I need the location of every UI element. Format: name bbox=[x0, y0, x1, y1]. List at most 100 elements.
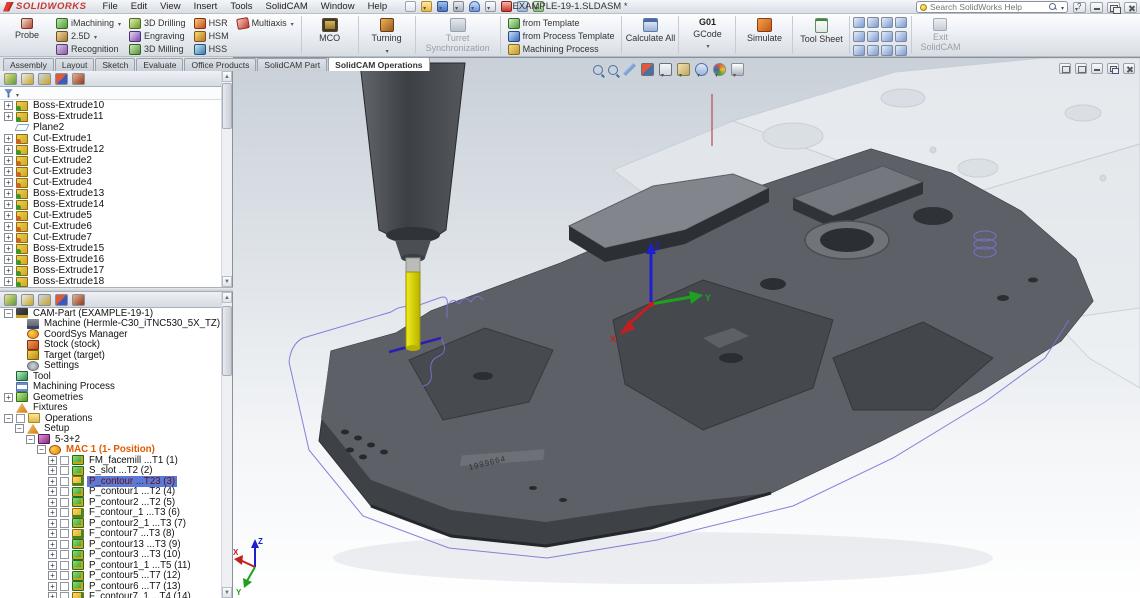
cam-tree-item[interactable]: CoordSys Manager bbox=[0, 329, 221, 340]
display-style-icon[interactable] bbox=[677, 63, 690, 76]
feature-tree-item[interactable]: +Cut-Extrude3 bbox=[0, 166, 221, 177]
expand-icon[interactable]: + bbox=[4, 266, 13, 275]
imachining-button[interactable]: iMachining bbox=[52, 17, 125, 29]
operation-checkbox[interactable] bbox=[60, 519, 69, 528]
featuremanager-tab-icon[interactable] bbox=[4, 73, 17, 85]
tool-sheet-button[interactable]: Tool Sheet bbox=[796, 15, 846, 55]
collapse-icon[interactable]: − bbox=[37, 445, 46, 454]
cam-tree-item[interactable]: Stock (stock) bbox=[0, 340, 221, 351]
doc-close-button[interactable] bbox=[1123, 63, 1135, 74]
collapse-icon[interactable]: − bbox=[4, 309, 13, 318]
feature-tree-item[interactable]: +Cut-Extrude7 bbox=[0, 232, 221, 243]
appearances-icon[interactable] bbox=[713, 63, 726, 76]
save-icon[interactable] bbox=[437, 1, 448, 12]
expand-icon[interactable]: + bbox=[48, 571, 57, 580]
expand-icon[interactable]: + bbox=[48, 519, 57, 528]
feature-tree-item[interactable]: +Boss-Extrude17 bbox=[0, 265, 221, 276]
scroll-down-icon[interactable]: ▼ bbox=[222, 587, 232, 598]
cam-tree-item[interactable]: +P_contour3 ...T3 (10) bbox=[0, 550, 221, 561]
expand-icon[interactable]: + bbox=[48, 592, 57, 598]
feature-tree-item[interactable]: Plane2 bbox=[0, 122, 221, 133]
operation-checkbox[interactable] bbox=[60, 508, 69, 517]
menu-tools[interactable]: Tools bbox=[230, 1, 252, 12]
cam-tree-item[interactable]: +F_contour_1 ...T3 (6) bbox=[0, 508, 221, 519]
hide-show-items-icon[interactable] bbox=[695, 63, 708, 76]
scroll-up-icon[interactable]: ▲ bbox=[222, 292, 232, 303]
cam-tree-item[interactable]: −5-3+2 bbox=[0, 434, 221, 445]
scene-icon[interactable] bbox=[731, 63, 744, 76]
scroll-thumb[interactable] bbox=[222, 306, 232, 376]
feature-tree-item[interactable]: +Boss-Extrude11 bbox=[0, 111, 221, 122]
expand-icon[interactable]: + bbox=[4, 167, 13, 176]
expand-icon[interactable]: + bbox=[4, 145, 13, 154]
cam-tree-item[interactable]: +FM_facemill ...T1 (1) bbox=[0, 455, 221, 466]
operation-checkbox[interactable] bbox=[60, 540, 69, 549]
operation-checkbox[interactable] bbox=[60, 456, 69, 465]
cam-tree-item[interactable]: Machining Process bbox=[0, 382, 221, 393]
calculate-all-button[interactable]: Calculate All bbox=[625, 15, 675, 55]
operation-checkbox[interactable] bbox=[16, 414, 25, 423]
menu-edit[interactable]: Edit bbox=[131, 1, 147, 12]
expand-icon[interactable]: + bbox=[4, 255, 13, 264]
propertymanager-tab-icon[interactable] bbox=[21, 73, 34, 85]
tab-evaluate[interactable]: Evaluate bbox=[136, 58, 183, 71]
doc-minimize-button[interactable] bbox=[1091, 63, 1103, 74]
mco-button[interactable]: MCO bbox=[305, 15, 355, 55]
cam-views-icon[interactable] bbox=[895, 17, 907, 28]
feature-tree-item[interactable]: +Cut-Extrude1 bbox=[0, 133, 221, 144]
expand-icon[interactable]: + bbox=[48, 487, 57, 496]
tab-layout[interactable]: Layout bbox=[55, 58, 95, 71]
cam-views-icon[interactable] bbox=[853, 31, 865, 42]
cam-tree-item[interactable]: +S_slot ...T2 (2) bbox=[0, 466, 221, 477]
menu-window[interactable]: Window bbox=[321, 1, 355, 12]
expand-icon[interactable]: + bbox=[4, 200, 13, 209]
expand-icon[interactable]: + bbox=[4, 156, 13, 165]
feature-tree-item[interactable]: +Boss-Extrude15 bbox=[0, 243, 221, 254]
feature-tree-item[interactable]: +Boss-Extrude12 bbox=[0, 144, 221, 155]
simulate-button[interactable]: Simulate bbox=[739, 15, 789, 55]
expand-icon[interactable]: + bbox=[48, 477, 57, 486]
expand-icon[interactable]: + bbox=[4, 178, 13, 187]
expand-icon[interactable]: + bbox=[4, 101, 13, 110]
previous-view-icon[interactable] bbox=[623, 63, 636, 76]
cam-tree-item[interactable]: +F_contour7 ...T3 (8) bbox=[0, 529, 221, 540]
featuremanager-tab-icon[interactable] bbox=[4, 294, 17, 306]
menu-insert[interactable]: Insert bbox=[194, 1, 218, 12]
graphics-viewport[interactable]: 1999664 bbox=[233, 57, 1140, 598]
scroll-thumb[interactable] bbox=[222, 83, 232, 129]
cam-views-icon[interactable] bbox=[895, 31, 907, 42]
collapse-icon[interactable]: − bbox=[4, 414, 13, 423]
hsr-button[interactable]: HSR bbox=[190, 17, 233, 29]
dropdown-arrow-icon[interactable] bbox=[290, 18, 294, 28]
cam-tree-item[interactable]: +F_contour7_1 ...T4 (14) bbox=[0, 592, 221, 598]
cam-tree-item[interactable]: Tool bbox=[0, 371, 221, 382]
cam-views-icon[interactable] bbox=[867, 17, 879, 28]
hss-button[interactable]: HSS bbox=[190, 43, 233, 55]
from-process-template-button[interactable]: from Process Template bbox=[504, 30, 619, 42]
from-template-button[interactable]: from Template bbox=[504, 17, 619, 29]
cam-tree-item[interactable]: +P_contour2_1 ...T3 (7) bbox=[0, 518, 221, 529]
doc-restore-button[interactable] bbox=[1107, 63, 1119, 74]
expand-icon[interactable]: + bbox=[4, 393, 13, 402]
panel-splitter[interactable] bbox=[0, 287, 233, 292]
operation-checkbox[interactable] bbox=[60, 592, 69, 598]
dropdown-arrow-icon[interactable] bbox=[93, 31, 97, 41]
cam-tree-item[interactable]: Settings bbox=[0, 361, 221, 372]
cam-tree-item[interactable]: +P_contour13 ...T3 (9) bbox=[0, 539, 221, 550]
zoom-area-icon[interactable] bbox=[608, 65, 618, 75]
expand-icon[interactable]: + bbox=[4, 233, 13, 242]
undo-icon[interactable] bbox=[469, 1, 480, 12]
menu-file[interactable]: File bbox=[102, 1, 117, 12]
dropdown-arrow-icon[interactable] bbox=[117, 18, 121, 28]
scroll-up-icon[interactable]: ▲ bbox=[222, 71, 232, 82]
open-icon[interactable] bbox=[421, 1, 432, 12]
menu-help[interactable]: Help bbox=[368, 1, 388, 12]
expand-icon[interactable]: + bbox=[48, 456, 57, 465]
cam-views-icon[interactable] bbox=[881, 31, 893, 42]
expand-icon[interactable]: + bbox=[48, 582, 57, 591]
displaymanager-tab-icon[interactable] bbox=[72, 73, 85, 85]
search-dropdown-icon[interactable] bbox=[1060, 2, 1064, 13]
cam-views-icon[interactable] bbox=[881, 17, 893, 28]
expand-icon[interactable]: + bbox=[4, 244, 13, 253]
turning-button[interactable]: Turning bbox=[362, 15, 412, 55]
